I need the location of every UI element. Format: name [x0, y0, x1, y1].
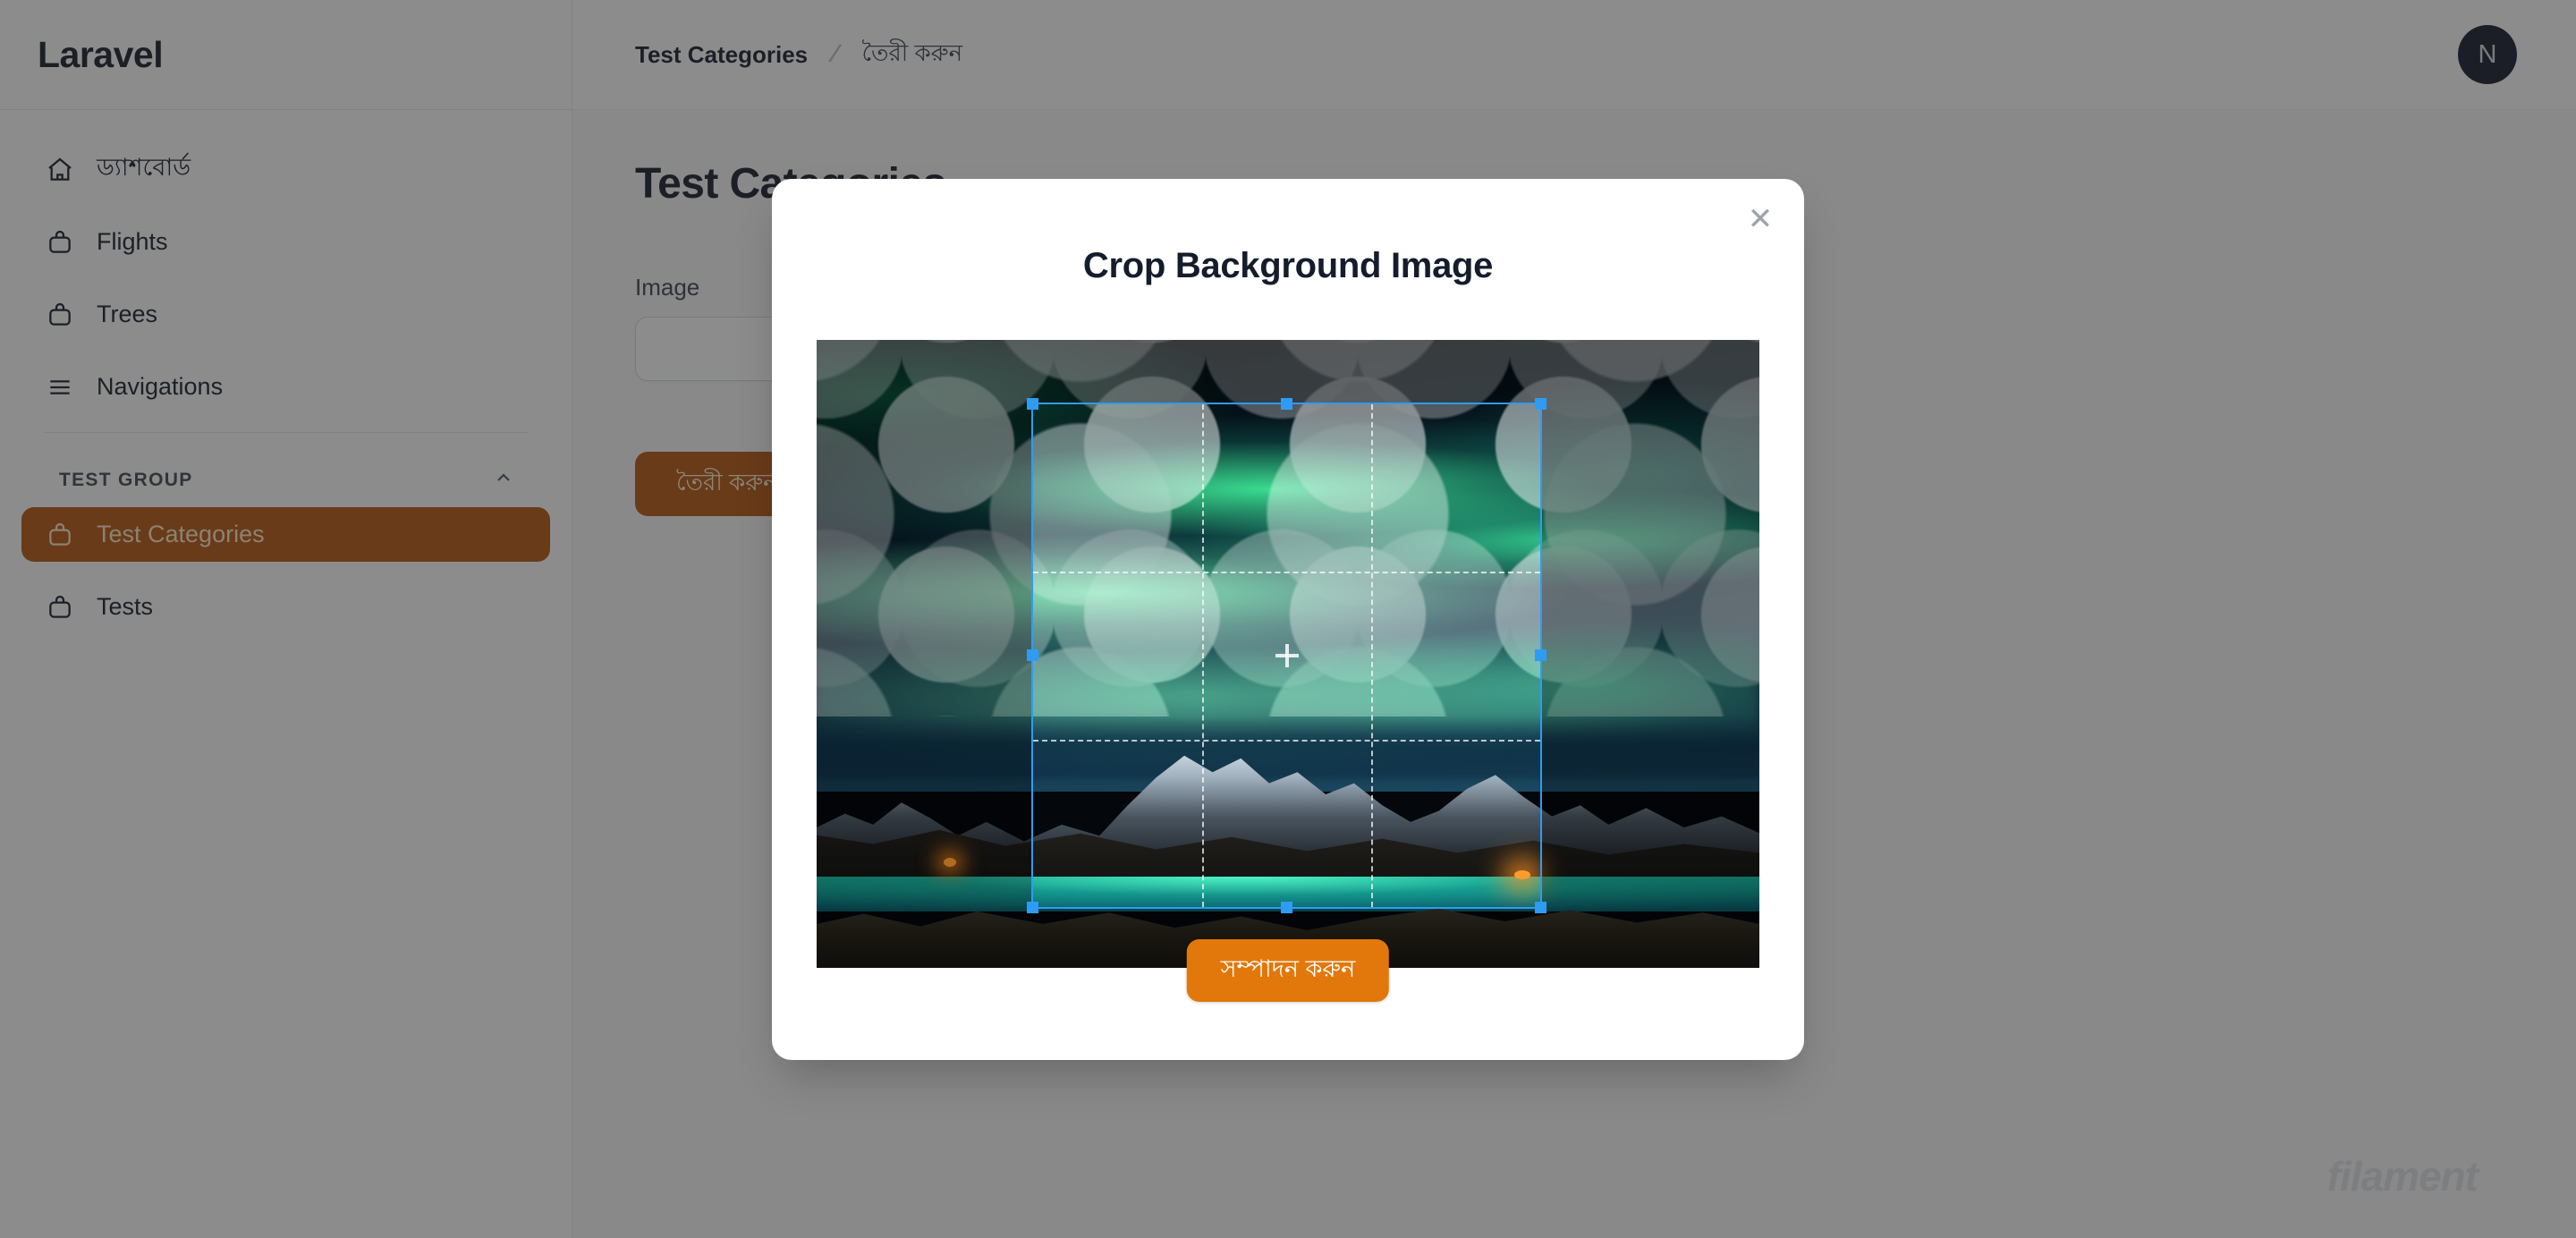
crop-grid-line [1370, 404, 1373, 907]
close-icon[interactable]: ✕ [1736, 195, 1784, 243]
crop-selection-box[interactable] [1027, 398, 1546, 913]
crop-handle-bottom-center[interactable] [1280, 902, 1292, 913]
crop-confirm-button[interactable]: সম্পাদন করুন [1186, 939, 1390, 1002]
cropper-canvas[interactable] [817, 340, 1759, 968]
crop-grid-line [1033, 572, 1540, 574]
crop-center-crosshair-icon [1275, 644, 1299, 667]
crop-handle-bottom-left[interactable] [1027, 902, 1038, 913]
crop-modal: ✕ Crop Background Image সম্পাদন করুন [772, 179, 1804, 1060]
modal-title: Crop Background Image [1082, 246, 1494, 285]
crop-handle-top-left[interactable] [1027, 398, 1038, 410]
crop-grid-line [1033, 739, 1540, 742]
crop-handle-middle-left[interactable] [1027, 649, 1038, 661]
crop-handle-bottom-right[interactable] [1535, 902, 1546, 913]
crop-handle-middle-right[interactable] [1535, 649, 1546, 661]
crop-grid-line [1201, 404, 1204, 907]
crop-handle-top-right[interactable] [1535, 398, 1546, 410]
crop-handle-top-center[interactable] [1280, 398, 1292, 410]
